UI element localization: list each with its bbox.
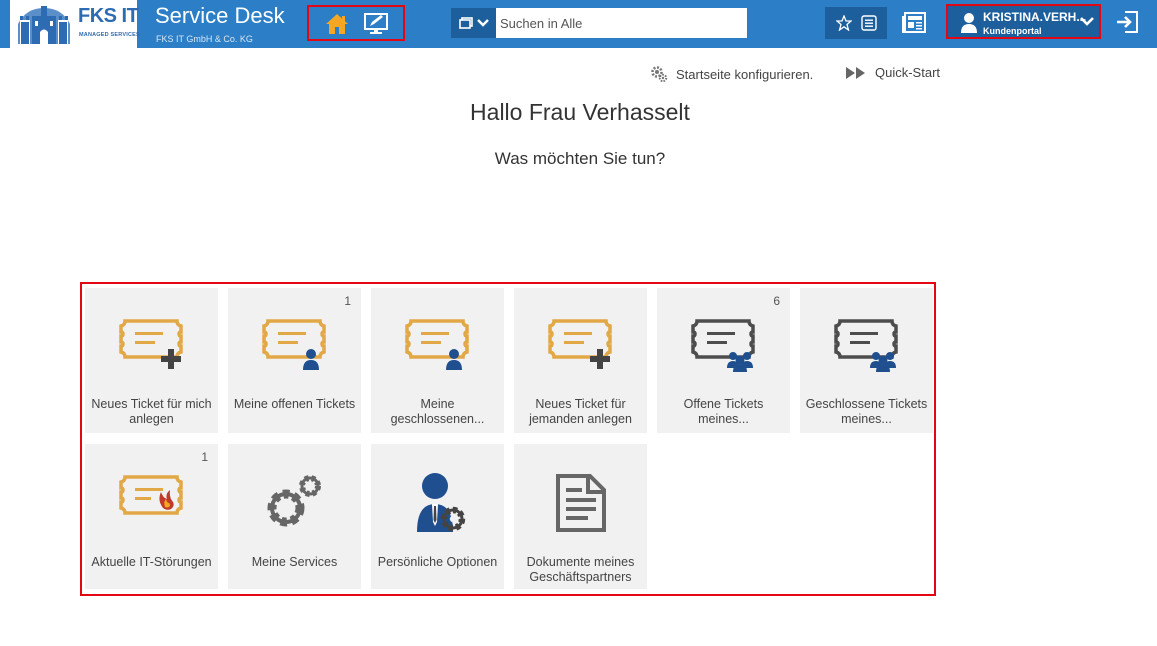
tile-new-ticket-self[interactable]: Neues Ticket für mich anlegen xyxy=(85,288,218,433)
app-title: Service Desk xyxy=(155,3,285,28)
tile-open-tickets-org[interactable]: 6 Offene Tickets meines... xyxy=(657,288,790,433)
tile-badge: 1 xyxy=(201,450,208,464)
gears-small-icon xyxy=(651,66,668,83)
logo-text: FKS IT xyxy=(78,5,139,27)
greeting-heading: Hallo Frau Verhasselt xyxy=(470,99,690,125)
question-subheading: Was möchten Sie tun? xyxy=(494,149,666,168)
castle-logo-icon xyxy=(18,6,70,44)
tile-label: Persönliche Optionen xyxy=(377,555,498,569)
logo-subtext: MANAGED SERVICES xyxy=(79,32,140,38)
tile-personal-options[interactable]: Persönliche Optionen xyxy=(371,444,504,589)
tile-label: Geschlossene Tickets meines... xyxy=(805,397,928,426)
user-avatar-icon xyxy=(961,13,977,33)
user-name: KRISTINA.VERH... xyxy=(983,10,1087,24)
monitor-button[interactable] xyxy=(362,11,390,37)
tile-new-ticket-other[interactable]: Neues Ticket für jemanden anlegen xyxy=(514,288,647,433)
list-icon[interactable] xyxy=(860,15,877,31)
ticket-fire-icon xyxy=(118,475,183,515)
tile-label: Meine Services xyxy=(251,555,338,569)
nav-icon-group xyxy=(307,5,405,41)
tile-my-services[interactable]: Meine Services xyxy=(228,444,361,589)
quickstart-label: Quick-Start xyxy=(875,65,941,80)
home-button[interactable] xyxy=(323,11,351,37)
tile-label: Aktuelle IT-Störungen xyxy=(91,555,212,569)
ticket-person-icon xyxy=(261,319,326,370)
favorites-group xyxy=(825,7,887,39)
user-role: Kundenportal xyxy=(983,26,1042,36)
tile-closed-tickets-org[interactable]: Geschlossene Tickets meines... xyxy=(800,288,933,433)
tile-badge: 6 xyxy=(773,294,780,308)
document-icon xyxy=(555,474,606,532)
tile-label: Meine offenen Tickets xyxy=(233,397,356,411)
logout-icon[interactable] xyxy=(1116,11,1138,33)
tile-label: Meine geschlossenen... xyxy=(390,397,485,426)
home-icon xyxy=(326,14,348,34)
search-input[interactable] xyxy=(496,8,747,38)
tile-label: Dokumente meines Geschäftspartners xyxy=(526,555,635,584)
tile-my-open-tickets[interactable]: 1 Meine offenen Tickets xyxy=(228,288,361,433)
gears-icon xyxy=(267,475,321,527)
ticket-plus-icon xyxy=(118,319,183,369)
tile-label: Offene Tickets meines... xyxy=(683,397,764,426)
tile-label: Neues Ticket für mich anlegen xyxy=(91,397,212,426)
tile-label: Neues Ticket für jemanden anlegen xyxy=(529,397,632,426)
newspaper-icon[interactable] xyxy=(902,12,926,34)
fast-forward-icon xyxy=(846,66,865,79)
chevron-down-icon xyxy=(476,19,489,27)
tile-it-incidents[interactable]: 1 Aktuelle IT-Störungen xyxy=(85,444,218,589)
user-menu[interactable]: KRISTINA.VERH... Kundenportal xyxy=(946,4,1101,39)
company-logo[interactable]: FKS IT MANAGED SERVICES xyxy=(10,0,140,48)
ticket-group-icon xyxy=(690,319,755,372)
tile-partner-documents[interactable]: Dokumente meines Geschäftspartners xyxy=(514,444,647,589)
company-name: FKS IT GmbH & Co. KG xyxy=(156,34,253,44)
monitor-pen-icon xyxy=(364,13,388,34)
ticket-group-icon xyxy=(833,319,898,372)
ticket-plus-icon xyxy=(547,319,612,369)
person-gear-icon xyxy=(416,473,465,532)
ticket-person-icon xyxy=(404,319,469,370)
star-icon[interactable] xyxy=(835,15,852,31)
tile-badge: 1 xyxy=(344,294,351,308)
tile-my-closed-tickets[interactable]: Meine geschlossenen... xyxy=(371,288,504,433)
configure-start-link[interactable]: Startseite konfigurieren. xyxy=(650,65,813,83)
chevron-down-icon xyxy=(1080,17,1094,26)
quickstart-link[interactable]: Quick-Start xyxy=(845,65,940,80)
configure-start-label: Startseite konfigurieren. xyxy=(676,66,814,82)
top-bar: FKS IT MANAGED SERVICES Service Desk FKS… xyxy=(0,0,1157,48)
window-icon xyxy=(458,17,473,29)
search-scope-dropdown[interactable] xyxy=(451,8,496,38)
